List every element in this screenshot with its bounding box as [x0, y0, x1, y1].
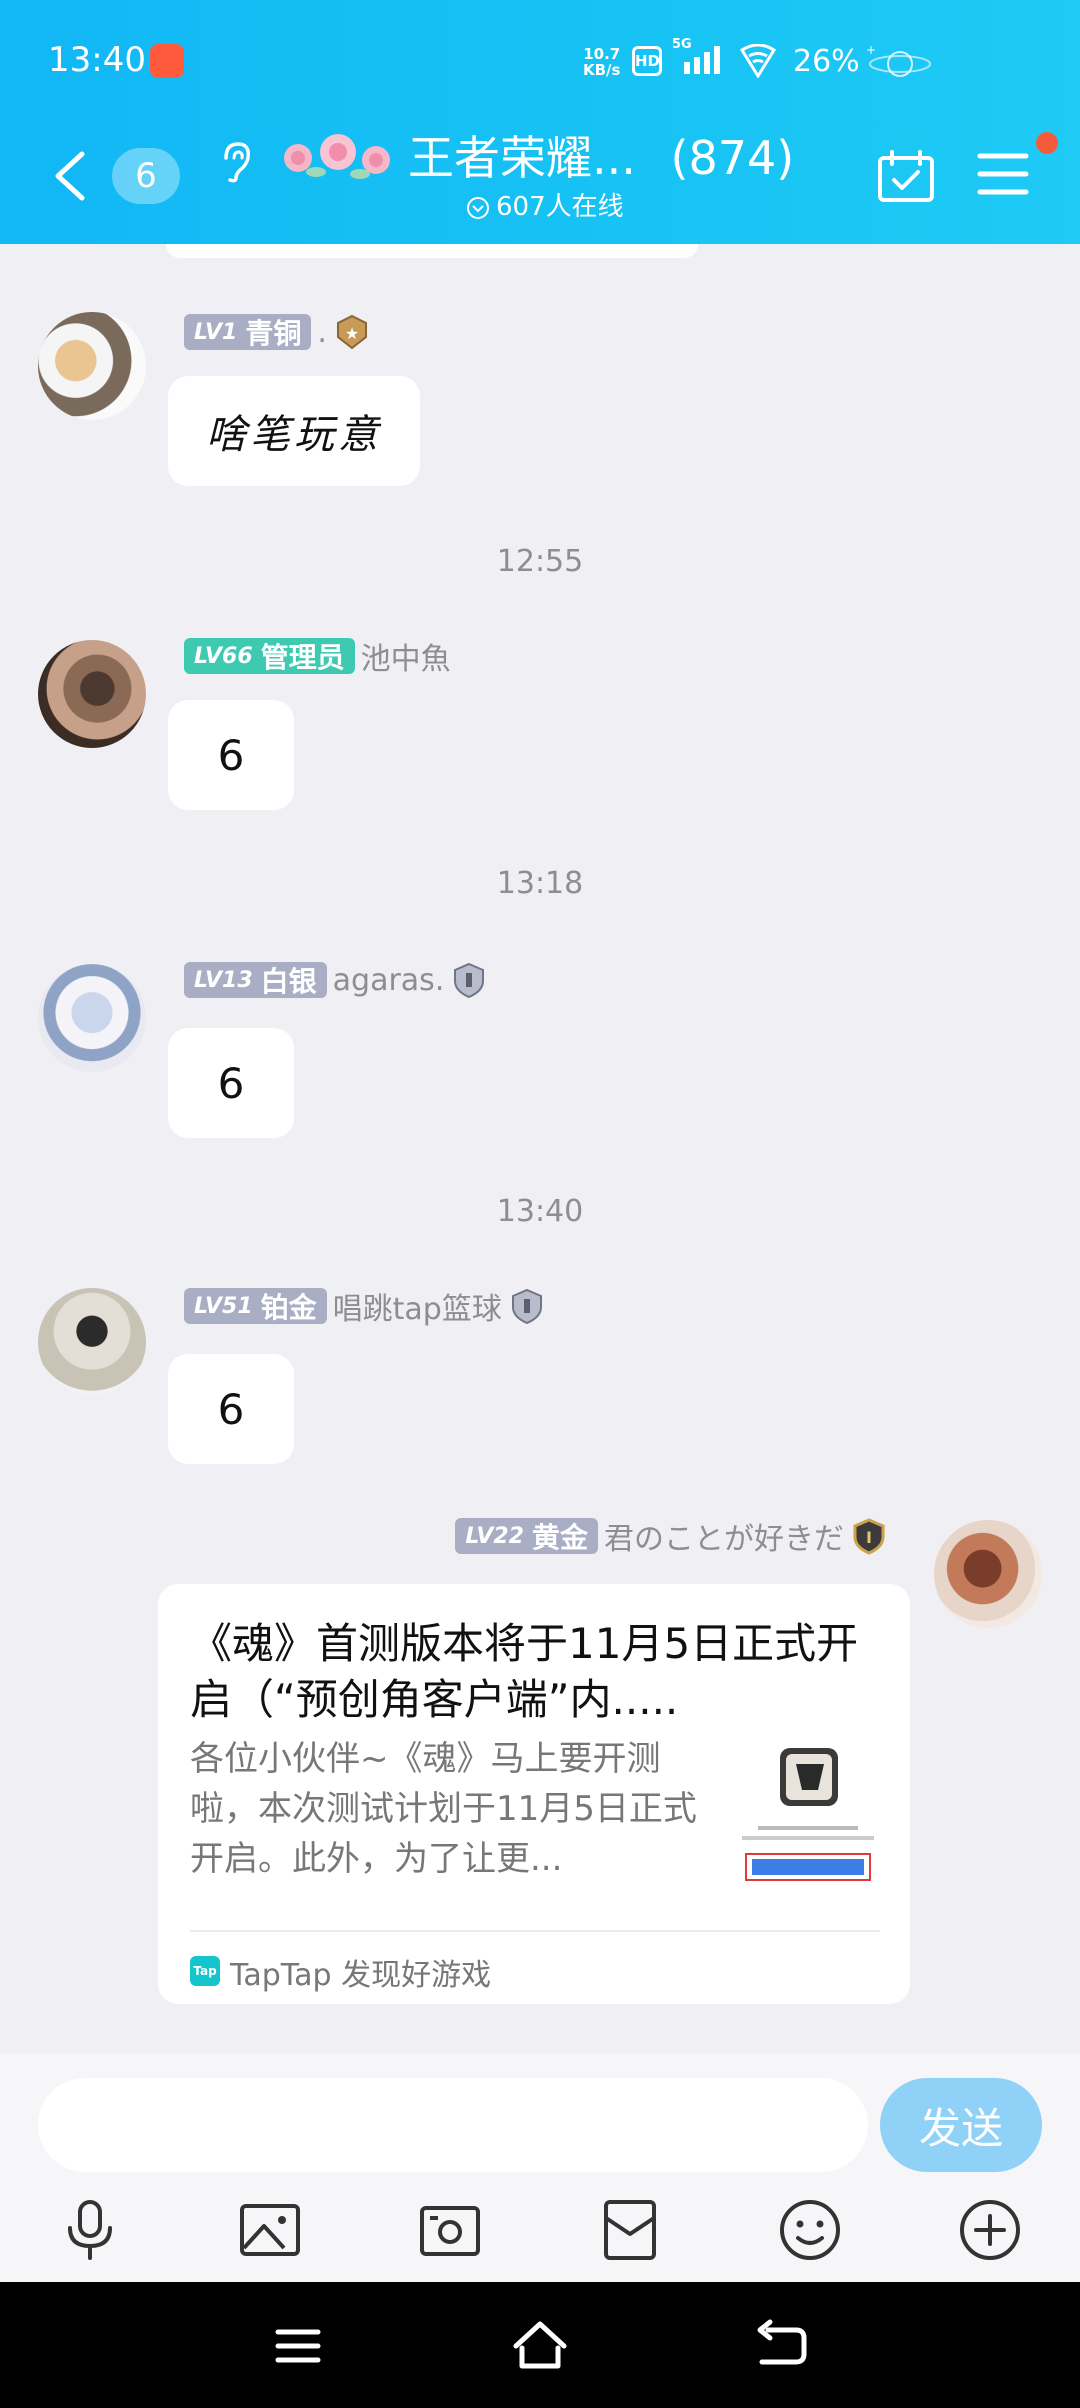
previous-message-bubble: [166, 244, 698, 258]
message-bubble[interactable]: 啥笔玩意: [168, 376, 420, 486]
share-card-description: 各位小伙伴~《魂》马上要开测啦，本次测试计划于11月5日正式开启。此外，为了让更…: [190, 1739, 697, 1879]
sender-name: 唱跳tap篮球: [332, 1292, 502, 1327]
silver-shield-icon: [511, 1288, 542, 1325]
message-bubble[interactable]: 6: [168, 1028, 294, 1138]
avatar[interactable]: [38, 964, 146, 1072]
ear-icon[interactable]: [218, 140, 254, 184]
sender-name: agaras.: [332, 962, 445, 998]
sender-name: 君のことが好きだ: [604, 1522, 844, 1557]
svg-text:I: I: [866, 1528, 872, 1547]
notification-dot: [1036, 132, 1058, 154]
rank-label: 青铜: [245, 317, 302, 350]
app-notification-icon: [150, 44, 184, 78]
level-label: LV13: [194, 967, 253, 993]
hd-icon: HD: [632, 46, 662, 76]
share-card-title: 《魂》首测版本将于11月5日正式开启（“预创角客户端”内.....: [190, 1619, 859, 1724]
network-speed: 10.7 KB/s: [583, 46, 620, 78]
red-packet-icon[interactable]: [594, 2194, 666, 2266]
game-thumbnail: [738, 1742, 878, 1892]
online-count[interactable]: 607人在线: [496, 192, 624, 222]
gold-shield-icon: I: [853, 1518, 885, 1555]
level-badge: LV13 白银: [184, 962, 327, 998]
level-label: LV51: [194, 1293, 253, 1319]
level-label: LV1: [194, 319, 238, 345]
admin-badge: LV66 管理员: [184, 638, 355, 674]
plus-icon[interactable]: [954, 2194, 1026, 2266]
menu-icon[interactable]: [976, 150, 1030, 198]
rank-label: 白银: [260, 965, 317, 998]
status-bar: 13:40 10.7 KB/s HD 5G 26% +: [0, 0, 1080, 120]
chat-messages[interactable]: LV1 青铜 . ★ 啥笔玩意 12:55 LV66 管理员 池中魚 6 13:…: [0, 244, 1080, 2054]
my-avatar[interactable]: [934, 1520, 1042, 1628]
bronze-medal-icon: ★: [336, 314, 367, 350]
unread-count-badge[interactable]: 6: [112, 148, 180, 204]
message-input[interactable]: [38, 2078, 868, 2172]
taptap-logo-icon: Tap: [190, 1956, 220, 1986]
sender-info[interactable]: LV66 管理员 池中魚: [184, 636, 451, 677]
avatar[interactable]: [38, 312, 146, 420]
back-icon[interactable]: [752, 2316, 812, 2376]
svg-text:5G: 5G: [672, 37, 692, 52]
group-name: 王者荣耀...: [408, 131, 636, 185]
send-button[interactable]: 发送: [880, 2078, 1042, 2172]
status-time: 13:40: [48, 40, 146, 80]
svg-text:★: ★: [345, 324, 359, 343]
message-timestamp: 13:18: [496, 866, 584, 901]
back-arrow-icon[interactable]: [52, 150, 88, 202]
image-icon[interactable]: [234, 2194, 306, 2266]
share-card[interactable]: 《魂》首测版本将于11月5日正式开启（“预创角客户端”内..... 各位小伙伴~…: [158, 1584, 910, 2004]
avatar[interactable]: [38, 640, 146, 748]
group-title[interactable]: 王者荣耀... (874): [408, 128, 794, 188]
rank-label: 铂金: [260, 1291, 317, 1324]
planet-icon: +: [866, 43, 931, 77]
sender-info[interactable]: LV51 铂金 唱跳tap篮球: [184, 1286, 546, 1327]
rank-label: 管理员: [260, 641, 345, 674]
level-label: LV22: [465, 1523, 524, 1549]
rank-label: 黄金: [531, 1521, 588, 1554]
emoji-icon[interactable]: [774, 2194, 846, 2266]
message-bubble[interactable]: 6: [168, 1354, 294, 1464]
silver-shield-icon: [454, 962, 485, 999]
rose-decoration-icon: [284, 134, 390, 179]
sender-info[interactable]: LV22 黄金 君のことが好きだ I: [455, 1516, 888, 1557]
sender-info[interactable]: LV13 白银 agaras.: [184, 960, 488, 1000]
message-timestamp: 12:55: [496, 544, 584, 579]
message-bubble[interactable]: 6: [168, 700, 294, 810]
chevron-down-circle-icon: [467, 197, 489, 219]
share-card-source: TapTap 发现好游戏: [230, 1958, 492, 1993]
level-badge: LV22 黄金: [455, 1518, 598, 1554]
network-speed-unit: KB/s: [583, 61, 621, 79]
share-card-divider: [190, 1930, 880, 1932]
wifi-icon: [740, 44, 776, 78]
system-navigation-bar: [0, 2282, 1080, 2408]
member-count: (874): [670, 131, 795, 185]
level-badge: LV51 铂金: [184, 1288, 327, 1324]
battery-level: 26%: [793, 44, 860, 79]
input-area: 发送: [0, 2054, 1080, 2282]
home-icon[interactable]: [510, 2316, 570, 2376]
level-badge: LV1 青铜: [184, 314, 312, 350]
level-label: LV66: [194, 643, 253, 669]
recent-apps-icon[interactable]: [268, 2316, 328, 2376]
signal-icon: 5G: [672, 37, 720, 74]
svg-text:+: +: [866, 43, 876, 57]
message-timestamp: 13:40: [496, 1194, 584, 1229]
sender-name: 池中魚: [360, 642, 451, 677]
sender-info[interactable]: LV1 青铜 . ★: [184, 312, 371, 352]
calendar-check-icon[interactable]: [876, 148, 936, 204]
camera-icon[interactable]: [414, 2194, 486, 2266]
sender-name: .: [317, 314, 327, 350]
microphone-icon[interactable]: [54, 2194, 126, 2266]
chat-header: 13:40 10.7 KB/s HD 5G 26% + 6 王者荣耀... (8…: [0, 0, 1080, 244]
network-speed-value: 10.7: [583, 45, 621, 63]
avatar[interactable]: [38, 1288, 146, 1396]
